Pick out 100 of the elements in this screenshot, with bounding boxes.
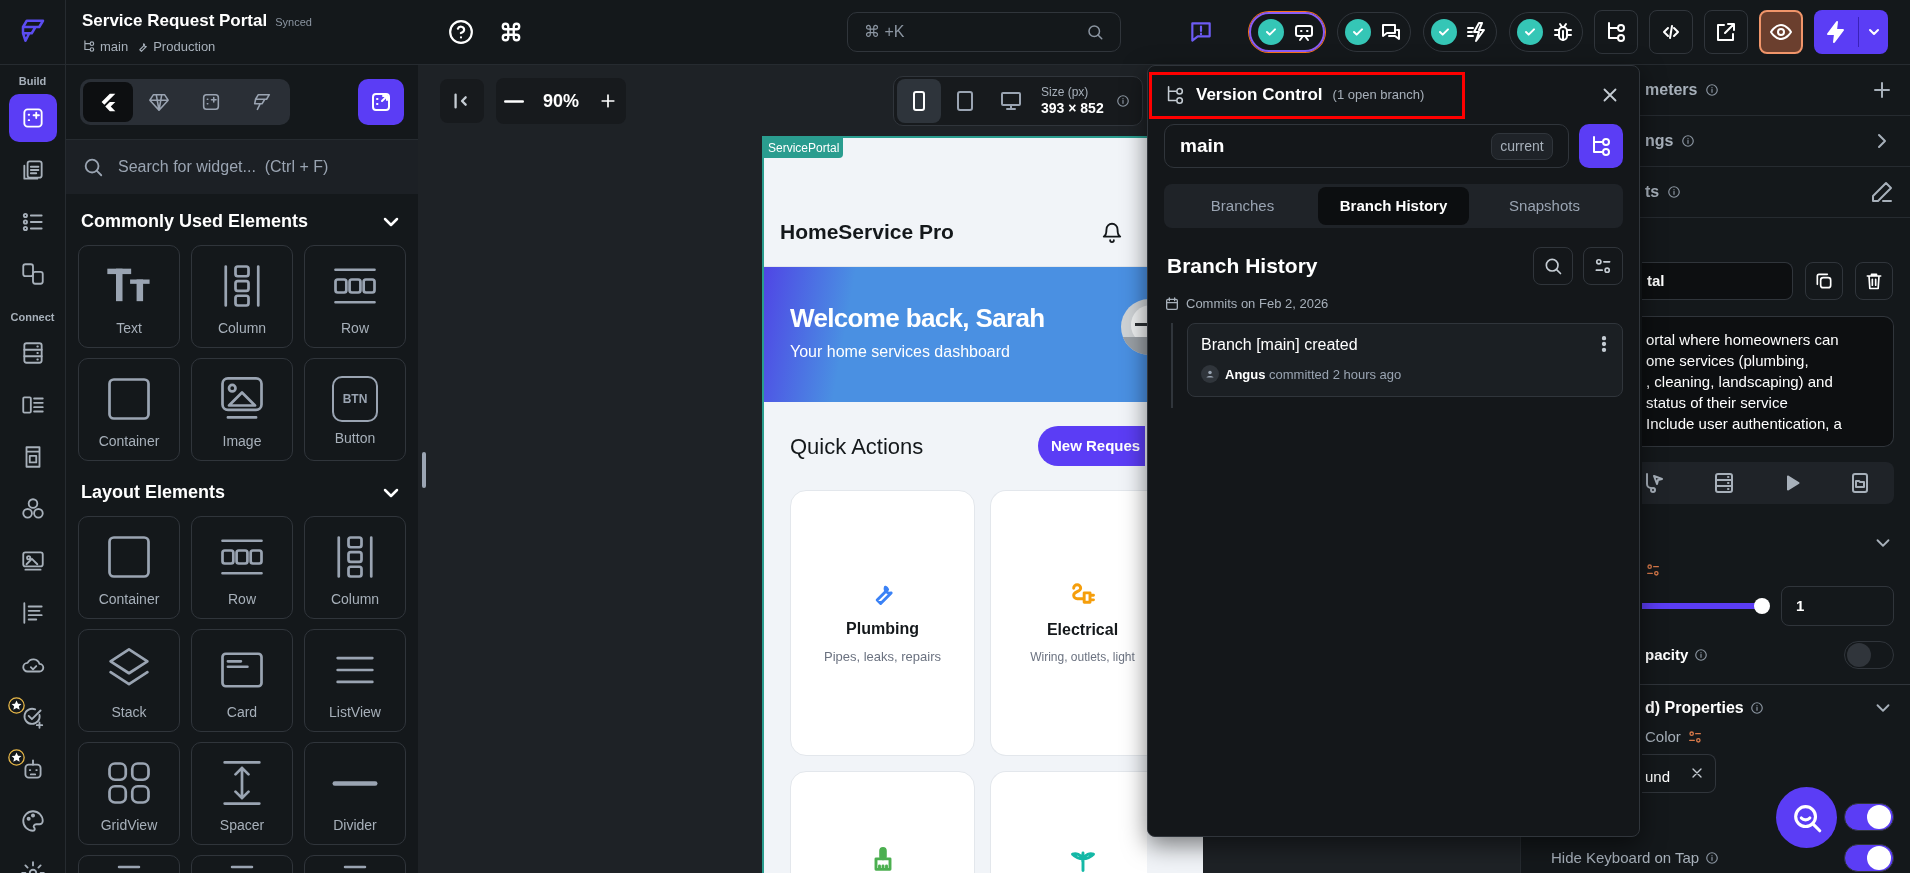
tab[interactable]: Snapshots	[1469, 187, 1620, 225]
bug-icon	[1551, 20, 1575, 44]
description-field[interactable]: ortal where homeowners can ome services (plumbing, , cleaning, landscaping) and status of their service Include user authentication, a	[1642, 316, 1894, 447]
name-field[interactable]: tal	[1642, 262, 1793, 300]
info-icon	[1705, 83, 1720, 97]
widget-label: Stack	[111, 703, 147, 722]
widget-card[interactable]: Spacer	[191, 742, 293, 845]
commit-message: Branch [main] created	[1201, 334, 1358, 355]
section-label: ts	[1645, 182, 1660, 202]
section-title: d) Properties	[1645, 697, 1744, 718]
widget-card[interactable]: Image	[191, 358, 293, 461]
toggle-switch[interactable]	[1844, 844, 1894, 873]
tab[interactable]: Branch History	[1318, 187, 1469, 225]
widget-card[interactable]: GridView	[78, 742, 180, 845]
widget-glyph-icon	[116, 864, 142, 870]
info-icon	[1681, 134, 1696, 148]
widget-card[interactable]: Card	[191, 629, 293, 732]
environment-name[interactable]: Production	[153, 36, 216, 56]
open-library-button[interactable]	[358, 79, 404, 125]
section-title: Commonly Used Elements	[81, 210, 309, 233]
export-icon	[369, 90, 393, 114]
duplicate-button[interactable]	[1805, 262, 1843, 300]
size-label: Size (px)	[1041, 84, 1090, 100]
section-heading: Quick Actions	[790, 432, 924, 461]
delete-button[interactable]	[1855, 262, 1893, 300]
widget-card[interactable]: Container	[78, 516, 180, 619]
code-button[interactable]	[1649, 10, 1693, 54]
device-button[interactable]	[897, 79, 941, 123]
widget-label: Column	[217, 319, 267, 338]
status-pill[interactable]	[1249, 12, 1325, 52]
widget-glyph-icon	[229, 864, 255, 870]
widget-card[interactable]: Container	[78, 358, 180, 461]
variable-sliders-icon	[1645, 561, 1661, 578]
search-icon	[82, 156, 104, 178]
widget-search-field[interactable]: Search for widget... (Ctrl + F)	[66, 140, 418, 194]
switch-branch-button[interactable]	[1578, 124, 1623, 168]
copy-icon	[1814, 271, 1834, 291]
widget-label: Card	[226, 703, 258, 722]
calendar-icon	[1164, 295, 1180, 312]
size-value: 393 × 852	[1041, 99, 1104, 118]
command-icon	[500, 21, 522, 43]
opacity-value-field[interactable]: 1	[1780, 585, 1894, 626]
search-field[interactable]: ⌘ +K	[847, 12, 1121, 52]
search-icon	[1086, 23, 1104, 41]
user-icon	[1204, 368, 1216, 381]
zoom-level: 90%	[543, 89, 579, 113]
help-button[interactable]	[446, 17, 476, 47]
commit-date: Commits on Feb 2, 2026	[1186, 295, 1329, 313]
card-title: Plumbing	[846, 619, 919, 640]
project-title: Service Request Portal	[82, 10, 268, 32]
tab[interactable]: Branches	[1167, 187, 1318, 225]
widget-card[interactable]: Row	[304, 245, 406, 348]
widget-card[interactable]: ListView	[304, 629, 406, 732]
toggle-switch[interactable]	[1844, 803, 1894, 832]
section-title: Layout Elements	[81, 481, 226, 504]
branch-name[interactable]: main	[100, 36, 129, 56]
widget-card[interactable]: BTN Button	[304, 358, 406, 461]
external-link-button[interactable]	[1704, 10, 1748, 54]
widget-card[interactable]: Column	[191, 245, 293, 348]
service-card[interactable]: Plumbing Pipes, leaks, repairs	[790, 490, 975, 756]
setting-label: pacity	[1645, 645, 1689, 666]
section-pencil-button[interactable]	[1870, 180, 1894, 204]
eye-button[interactable]	[1759, 10, 1803, 54]
new-request-button[interactable]: New Reques	[1038, 426, 1145, 466]
zoom-out-button[interactable]	[504, 98, 524, 104]
widget-card[interactable]: Row	[191, 516, 293, 619]
widget-card[interactable]: Text	[78, 245, 180, 348]
setting-label: Hide Keyboard on Tap	[1551, 848, 1700, 869]
commit-card[interactable]: Branch [main] created Angus committed 2 hours ago	[1187, 322, 1623, 397]
widget-label: Button	[334, 429, 376, 448]
widget-tab[interactable]	[83, 82, 133, 122]
opacity-slider[interactable]	[1642, 597, 1770, 614]
widget-label: GridView	[100, 816, 158, 835]
components-icon	[19, 260, 46, 287]
service-card[interactable]: Electrical Wiring, outlets, light	[990, 490, 1147, 756]
rail-section-label: Build	[18, 74, 47, 89]
color-chip[interactable]: und	[1642, 754, 1716, 793]
star-badge-icon	[7, 697, 25, 714]
card-description: Pipes, leaks, repairs	[823, 648, 942, 667]
palette-icon	[19, 808, 46, 834]
rail-button[interactable]	[8, 93, 57, 142]
search-button[interactable]	[1533, 247, 1573, 285]
minus-icon	[504, 98, 524, 104]
card-title: Electrical	[1046, 620, 1119, 640]
frame-tag: ServicePortal	[764, 138, 844, 158]
info-icon	[1749, 700, 1764, 715]
run-button[interactable]	[1814, 10, 1888, 54]
toggle-switch[interactable]	[1844, 641, 1894, 670]
filter-button[interactable]	[1583, 247, 1623, 285]
widget-card[interactable]: Stack	[78, 629, 180, 732]
widget-card[interactable]: Divider	[304, 742, 406, 845]
slider-thumb[interactable]	[1753, 597, 1770, 614]
collapse-panel-button[interactable]	[440, 79, 484, 123]
branch-selector[interactable]: main current	[1164, 124, 1569, 168]
info-icon	[1705, 851, 1720, 866]
scrollbar-thumb[interactable]	[422, 452, 426, 488]
gem-icon	[148, 91, 171, 113]
widget-card[interactable]: Column	[304, 516, 406, 619]
branch-button[interactable]	[1594, 10, 1638, 54]
alert-message-icon	[1188, 19, 1214, 45]
